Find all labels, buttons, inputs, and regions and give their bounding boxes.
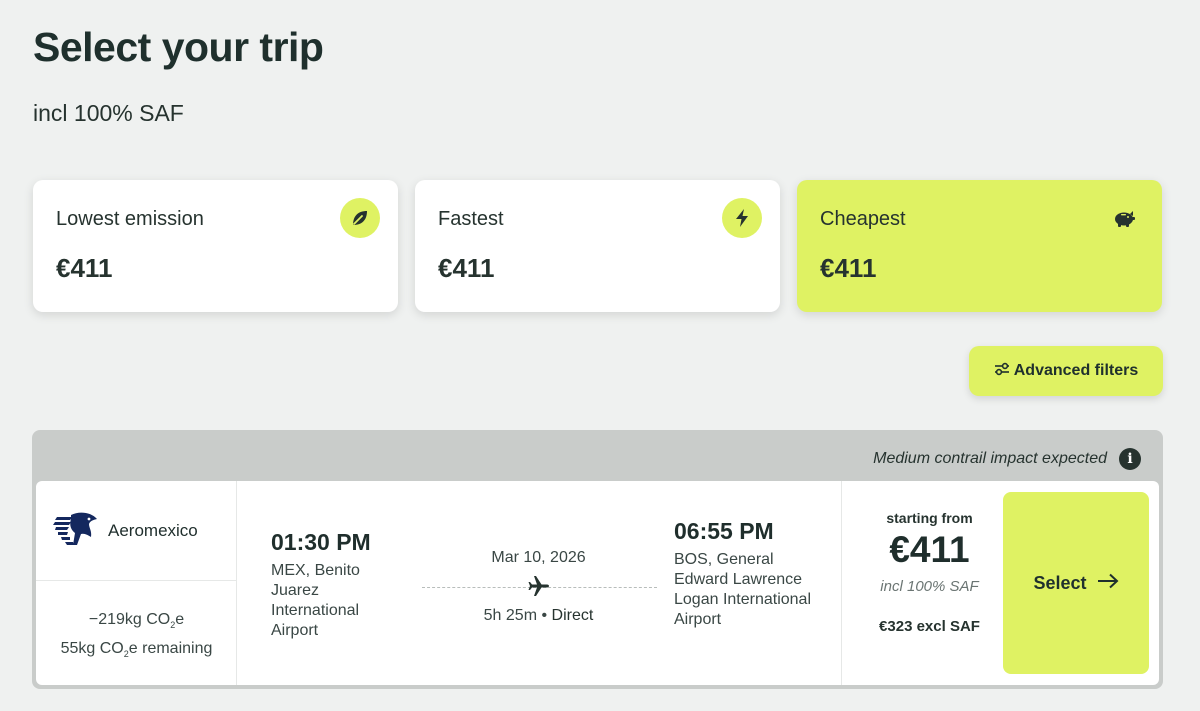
flight-details: Aeromexico −219kg CO2e 55kg CO2e remaini…: [36, 481, 1159, 685]
emissions-remaining: 55kg CO2e remaining: [60, 640, 213, 660]
sort-card-lowest-emission[interactable]: Lowest emission €411: [33, 180, 398, 312]
sort-card-label: Cheapest: [820, 208, 906, 230]
airline-name: Aeromexico: [108, 521, 198, 540]
airplane-icon: [527, 574, 551, 603]
select-label: Select: [1033, 572, 1087, 593]
price-saf-note: incl 100% SAF: [880, 578, 979, 595]
price-from-label: starting from: [886, 510, 973, 526]
sort-card-cheapest[interactable]: Cheapest €411: [797, 180, 1162, 312]
departure-time: 01:30 PM: [271, 529, 371, 555]
piggy-bank-icon: [1104, 198, 1144, 238]
page-title: Select your trip: [33, 24, 324, 70]
leaf-icon: [340, 198, 380, 238]
advanced-filters-label: Advanced filters: [1013, 362, 1139, 379]
arrival-time: 06:55 PM: [674, 518, 774, 544]
info-icon[interactable]: i: [1119, 448, 1141, 470]
flight-duration: 5h 25m • Direct: [426, 607, 651, 625]
contrail-notice: Medium contrail impact expected i: [873, 448, 1141, 470]
lightning-icon: [722, 198, 762, 238]
duration-text: 5h 25m: [483, 607, 538, 624]
emissions-info: −219kg CO2e 55kg CO2e remaining: [36, 608, 237, 666]
sort-card-price: €411: [820, 253, 877, 283]
airline-column: Aeromexico −219kg CO2e 55kg CO2e remaini…: [36, 481, 237, 685]
sort-card-label: Fastest: [438, 208, 504, 230]
flight-date: Mar 10, 2026: [491, 549, 586, 566]
price-amount: €411: [889, 529, 970, 570]
page-subtitle: incl 100% SAF: [33, 100, 184, 126]
contrail-notice-text: Medium contrail impact expected: [873, 450, 1107, 467]
price-excl-saf: €323 excl SAF: [879, 618, 980, 635]
arrival-airport: BOS, General Edward Lawrence Logan Inter…: [674, 551, 811, 628]
flight-result-card: Medium contrail impact expected i Aerome…: [32, 430, 1163, 689]
arrow-right-icon: [1097, 573, 1119, 594]
airline-header: Aeromexico: [36, 481, 237, 581]
emissions-saved: −219kg CO2e: [88, 611, 185, 631]
sort-card-price: €411: [56, 253, 113, 283]
sliders-icon: [994, 362, 1010, 381]
stops-text: Direct: [551, 607, 594, 624]
aeromexico-logo: [53, 511, 99, 552]
advanced-filters-button[interactable]: Advanced filters: [969, 346, 1163, 396]
sort-card-fastest[interactable]: Fastest €411: [415, 180, 780, 312]
select-flight-button[interactable]: Select: [1003, 492, 1149, 674]
sort-card-label: Lowest emission: [56, 208, 204, 230]
departure-airport: MEX, Benito Juarez International Airport: [271, 562, 360, 639]
sort-card-price: €411: [438, 253, 495, 283]
price-column: starting from €411 incl 100% SAF €323 ex…: [841, 481, 1159, 685]
separator-dot: •: [541, 607, 548, 624]
